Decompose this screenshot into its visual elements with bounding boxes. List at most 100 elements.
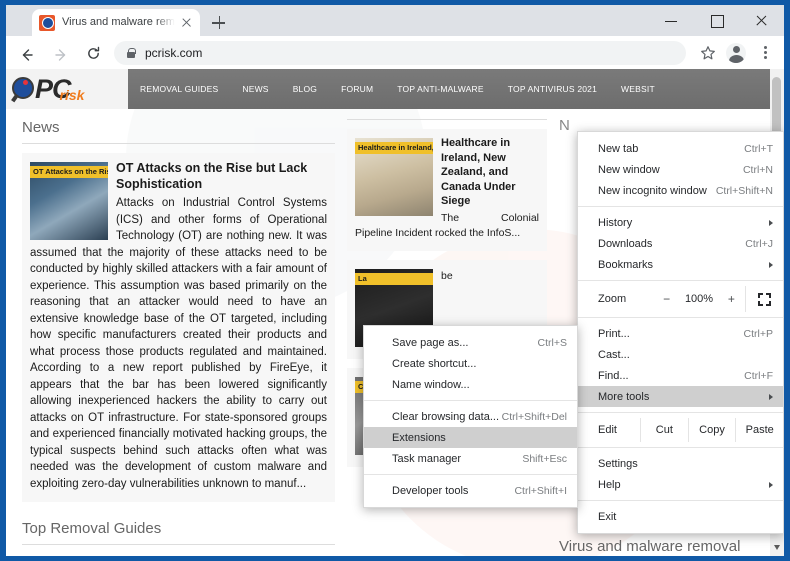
menu-item-label: Exit <box>598 511 773 523</box>
menu-item-more-tools[interactable]: More tools <box>578 386 783 407</box>
menu-separator <box>578 280 783 281</box>
kebab-dot <box>764 46 767 49</box>
new-tab-button[interactable] <box>206 12 232 34</box>
kebab-dot <box>764 56 767 59</box>
nav-item-forum[interactable]: FORUM <box>329 69 385 109</box>
submenu-item-extensions[interactable]: Extensions <box>364 427 577 448</box>
maximize-button[interactable] <box>694 5 739 36</box>
reload-button[interactable] <box>78 38 108 68</box>
menu-item-accel: Ctrl+P <box>744 328 773 340</box>
tab-title: Virus and malware removal instru <box>62 9 176 36</box>
section-heading-news: News <box>22 119 335 144</box>
address-bar-url: pcrisk.com <box>145 46 202 60</box>
menu-item-new-incognito-window[interactable]: New incognito window Ctrl+Shift+N <box>578 180 783 201</box>
back-button[interactable] <box>10 38 40 68</box>
submenu-item-save-page-as[interactable]: Save page as... Ctrl+S <box>364 332 577 353</box>
paste-button[interactable]: Paste <box>735 418 783 442</box>
menu-item-label: Downloads <box>598 238 745 250</box>
article-thumbnail[interactable]: Healthcare in Ireland, <box>355 138 433 216</box>
site-nav: REMOVAL GUIDES NEWS BLOG FORUM TOP ANTI-… <box>128 69 784 109</box>
chrome-main-menu: New tab Ctrl+T New window Ctrl+N New inc… <box>577 131 784 534</box>
submenu-item-clear-browsing-data[interactable]: Clear browsing data... Ctrl+Shift+Del <box>364 406 577 427</box>
menu-item-label: Print... <box>598 328 744 340</box>
red-dot-icon <box>23 80 28 85</box>
submenu-item-developer-tools[interactable]: Developer tools Ctrl+Shift+I <box>364 480 577 501</box>
fullscreen-icon <box>758 293 771 306</box>
menu-item-accel: Ctrl+Shift+N <box>716 185 773 197</box>
menu-item-label: Bookmarks <box>598 259 763 271</box>
submenu-item-label: Developer tools <box>392 485 514 497</box>
browser-toolbar: pcrisk.com <box>6 36 784 69</box>
menu-item-find[interactable]: Find... Ctrl+F <box>578 365 783 386</box>
submenu-item-label: Extensions <box>392 432 567 444</box>
copy-button[interactable]: Copy <box>688 418 736 442</box>
profile-avatar-button[interactable] <box>722 39 750 67</box>
chrome-menu-button[interactable] <box>751 39 779 67</box>
logo-text-risk: risk <box>60 88 85 102</box>
menu-item-accel: Ctrl+J <box>745 238 773 250</box>
cut-button[interactable]: Cut <box>640 418 688 442</box>
site-logo[interactable]: PC risk <box>6 69 128 109</box>
nav-item-top-antivirus-2021[interactable]: TOP ANTIVIRUS 2021 <box>496 69 609 109</box>
menu-item-new-tab[interactable]: New tab Ctrl+T <box>578 138 783 159</box>
nav-item-websites[interactable]: WEBSIT <box>609 69 667 109</box>
nav-item-news[interactable]: NEWS <box>230 69 280 109</box>
submenu-item-name-window[interactable]: Name window... <box>364 374 577 395</box>
menu-separator <box>364 400 577 401</box>
menu-item-label: More tools <box>598 391 763 403</box>
zoom-level-value: 100% <box>678 293 720 305</box>
menu-item-help[interactable]: Help <box>578 474 783 495</box>
nav-item-blog[interactable]: BLOG <box>281 69 329 109</box>
address-bar[interactable]: pcrisk.com <box>114 41 686 65</box>
forward-button[interactable] <box>44 38 74 68</box>
submenu-item-accel: Ctrl+S <box>538 337 567 349</box>
news-article-card[interactable]: OT Attacks on the Ris OT Attacks on the … <box>22 153 335 502</box>
submenu-item-task-manager[interactable]: Task manager Shift+Esc <box>364 448 577 469</box>
site-header: PC risk REMOVAL GUIDES NEWS BLOG FORUM T… <box>6 69 784 109</box>
menu-edit-row: Edit Cut Copy Paste <box>578 418 783 442</box>
page-viewport: PC risk REMOVAL GUIDES NEWS BLOG FORUM T… <box>6 69 784 556</box>
browser-tab[interactable]: Virus and malware removal instru <box>32 9 200 36</box>
submenu-item-accel: Ctrl+Shift+Del <box>502 411 567 423</box>
news-list-item[interactable]: Healthcare in Ireland, Healthcare in Ire… <box>347 129 547 251</box>
thumbnail-caption: OT Attacks on the Ris <box>30 166 108 178</box>
submenu-item-create-shortcut[interactable]: Create shortcut... <box>364 353 577 374</box>
avatar <box>726 43 746 63</box>
browser-window: Virus and malware removal instru <box>0 0 790 561</box>
zoom-label: Zoom <box>598 293 655 305</box>
menu-item-exit[interactable]: Exit <box>578 506 783 527</box>
menu-item-accel: Ctrl+F <box>744 370 773 382</box>
menu-item-bookmarks[interactable]: Bookmarks <box>578 254 783 275</box>
menu-separator <box>578 412 783 413</box>
zoom-out-button[interactable]: − <box>655 292 678 306</box>
submenu-item-label: Task manager <box>392 453 522 465</box>
article-thumbnail[interactable]: OT Attacks on the Ris <box>30 162 108 240</box>
menu-item-downloads[interactable]: Downloads Ctrl+J <box>578 233 783 254</box>
menu-item-label: New incognito window <box>598 185 716 197</box>
nav-item-removal-guides[interactable]: REMOVAL GUIDES <box>128 69 230 109</box>
menu-separator <box>578 447 783 448</box>
close-icon[interactable] <box>178 14 196 32</box>
minimize-button[interactable] <box>649 5 694 36</box>
nav-item-top-anti-malware[interactable]: TOP ANTI-MALWARE <box>385 69 495 109</box>
fullscreen-button[interactable] <box>745 286 783 312</box>
chevron-right-icon <box>769 220 773 226</box>
menu-separator <box>578 317 783 318</box>
menu-separator <box>578 500 783 501</box>
menu-item-new-window[interactable]: New window Ctrl+N <box>578 159 783 180</box>
submenu-item-accel: Ctrl+Shift+I <box>514 485 567 497</box>
menu-item-label: Find... <box>598 370 744 382</box>
submenu-item-accel: Shift+Esc <box>522 453 567 465</box>
zoom-in-button[interactable]: + <box>720 292 743 306</box>
menu-item-label: New window <box>598 164 743 176</box>
close-window-button[interactable] <box>739 5 784 36</box>
scroll-down-icon[interactable] <box>774 545 780 550</box>
menu-item-settings[interactable]: Settings <box>578 453 783 474</box>
bookmark-star-button[interactable] <box>694 39 722 67</box>
left-column: News OT Attacks on the Ris OT Attacks on… <box>22 119 335 556</box>
more-tools-submenu: Save page as... Ctrl+S Create shortcut..… <box>363 325 578 508</box>
menu-item-print[interactable]: Print... Ctrl+P <box>578 323 783 344</box>
section-heading-virus-removal: Virus and malware removal <box>559 538 772 556</box>
menu-item-history[interactable]: History <box>578 212 783 233</box>
menu-item-cast[interactable]: Cast... <box>578 344 783 365</box>
